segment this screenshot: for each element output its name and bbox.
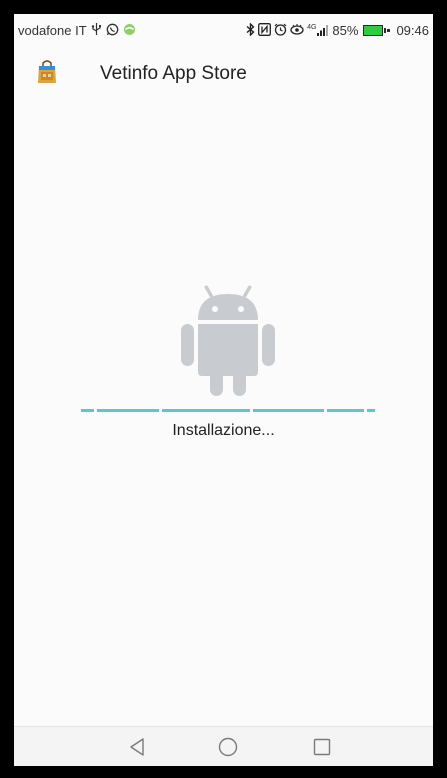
shopping-bag-icon[interactable] [36,60,58,84]
navigation-bar [14,726,433,766]
progress-segment [327,409,364,412]
progress-segment [162,409,250,412]
screen: vodafone IT 4G 85% 09:46 Vetinfo App Sto… [14,14,433,766]
install-status-text: Installazione... [172,422,275,439]
progress-segment [253,409,324,412]
progress-segment [367,409,375,412]
app-title: Vetinfo App Store [100,63,247,84]
home-icon[interactable] [216,735,240,759]
back-icon[interactable] [126,735,150,759]
whatsapp-icon [106,23,119,38]
battery-percent: 85% [332,22,359,38]
eye-comfort-icon [290,23,304,37]
recents-icon[interactable] [310,735,334,759]
app-bar: Vetinfo App Store [14,46,433,102]
clock: 09:46 [396,22,429,38]
battery-icon [361,24,391,36]
network-type-label: 4G [307,24,317,31]
device-frame: vodafone IT 4G 85% 09:46 Vetinfo App Sto… [0,0,447,778]
nfc-icon [258,22,272,38]
usb-icon [91,23,102,37]
install-progress-bar [81,409,375,412]
alarm-icon [274,23,287,38]
status-bar: vodafone IT 4G 85% 09:46 [14,14,433,46]
android-robot-icon [180,284,276,396]
status-bar-right: 4G 85% 09:46 [246,21,433,38]
carrier-name: vodafone IT [18,22,87,38]
progress-segment [81,409,94,412]
progress-segment [97,409,159,412]
bluetooth-icon [246,21,255,38]
signal-icon: 4G [307,24,329,36]
status-bar-left: vodafone IT [14,23,136,38]
app-notification-icon [123,23,136,38]
